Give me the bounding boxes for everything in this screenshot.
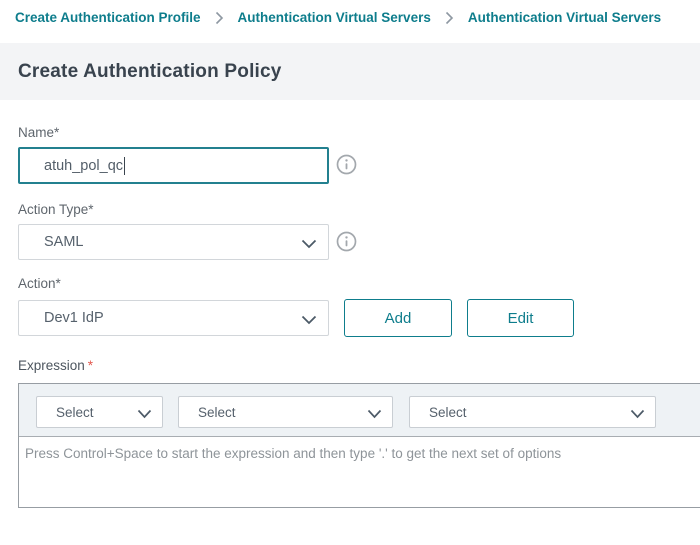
expression-builder: Select Select Select [18,383,700,508]
info-icon[interactable] [336,231,357,257]
name-input-value: atuh_pol_qc [44,158,123,174]
expression-input[interactable] [19,437,700,507]
chevron-down-icon [367,407,382,422]
chevron-down-icon [301,237,317,253]
add-button[interactable]: Add [344,299,452,337]
expression-label-text: Expression [18,358,85,373]
action-selected-value: Dev1 IdP [44,310,104,326]
chevron-right-icon [215,11,224,25]
page-title: Create Authentication Policy [18,61,282,83]
expression-builder-toolbar: Select Select Select [19,384,700,437]
expression-select-3[interactable]: Select [409,396,656,428]
chevron-down-icon [630,407,645,422]
action-select[interactable]: Dev1 IdP [18,300,329,336]
action-type-label: Action Type* [18,202,94,218]
expression-label: Expression* [18,358,93,374]
action-type-select[interactable]: SAML [18,224,329,260]
required-asterisk: * [88,358,93,373]
breadcrumb-item-authentication-virtual-servers-2[interactable]: Authentication Virtual Servers [468,10,661,25]
expression-select-1-value: Select [56,405,94,420]
title-bar: Create Authentication Policy [0,43,700,100]
breadcrumb: Create Authentication Profile Authentica… [15,10,700,25]
chevron-down-icon [301,313,317,329]
breadcrumb-item-authentication-virtual-servers[interactable]: Authentication Virtual Servers [238,10,431,25]
name-label: Name* [18,125,59,141]
expression-select-2-value: Select [198,405,236,420]
edit-button[interactable]: Edit [467,299,574,337]
breadcrumb-item-create-authentication-profile[interactable]: Create Authentication Profile [15,10,201,25]
name-input[interactable]: atuh_pol_qc [18,147,329,184]
action-type-selected-value: SAML [44,234,84,250]
action-label: Action* [18,276,61,292]
chevron-right-icon [445,11,454,25]
info-icon[interactable] [336,154,357,180]
text-caret [124,157,125,175]
expression-select-2[interactable]: Select [178,396,393,428]
expression-select-3-value: Select [429,405,467,420]
chevron-down-icon [137,407,152,422]
expression-select-1[interactable]: Select [36,396,163,428]
